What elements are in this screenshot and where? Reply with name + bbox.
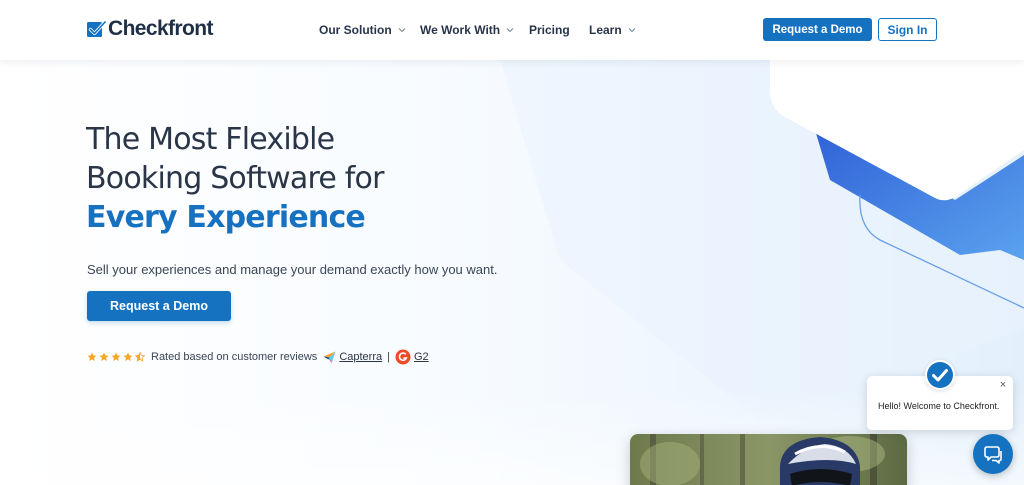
g2-logo-icon [395,349,411,365]
chevron-down-icon [628,28,636,33]
star-rating [87,352,145,362]
logo-text: Checkfront [108,17,213,40]
nav-our-solution[interactable]: Our Solution [319,23,406,37]
capterra-link[interactable]: Capterra [339,351,382,363]
capterra-arrow-icon [323,351,336,363]
g2-link[interactable]: G2 [414,351,429,363]
nav-pricing[interactable]: Pricing [529,23,570,37]
hero-headline: The Most Flexible Booking Software for E… [86,120,506,237]
chat-message: Hello! Welcome to Checkfront. [878,401,1000,411]
hero-subtext: Sell your experiences and manage your de… [87,262,498,277]
nav-label: Learn [589,23,622,37]
chat-launcher-button[interactable] [973,434,1013,474]
separator: | [387,351,390,363]
star-icon [87,352,97,361]
chat-bubbles-icon [984,446,1002,464]
nav-label: Pricing [529,23,570,37]
chat-avatar [925,360,955,390]
checkbox-check-icon [87,20,106,37]
star-icon [99,352,109,361]
logo[interactable]: Checkfront [86,17,213,41]
headline-line-2: Booking Software for [86,161,384,196]
nav-label: Our Solution [319,23,392,37]
nav-label: We Work With [420,23,501,37]
nav-learn[interactable]: Learn [589,23,636,37]
check-circle-icon [927,362,953,388]
site-header: Checkfront Our Solution We Work With Pri… [0,0,1024,60]
chevron-down-icon [398,28,406,33]
headline-accent: Every Experience [86,200,366,235]
chevron-down-icon [506,28,514,33]
request-demo-button-header[interactable]: Request a Demo [763,18,872,41]
rating-text: Rated based on customer reviews [151,351,318,363]
close-icon[interactable]: × [998,380,1008,391]
headline-line-1: The Most Flexible [86,122,335,157]
hero-photo [630,434,907,485]
nav-we-work-with[interactable]: We Work With [420,23,514,37]
request-demo-button-hero[interactable]: Request a Demo [87,291,231,321]
hero-photo-image [630,434,907,485]
star-icon [123,352,133,361]
sign-in-button[interactable]: Sign In [878,18,937,41]
star-icon [111,352,121,361]
rating-row: Rated based on customer reviews Capterra… [87,349,429,365]
star-half-icon [135,352,145,362]
